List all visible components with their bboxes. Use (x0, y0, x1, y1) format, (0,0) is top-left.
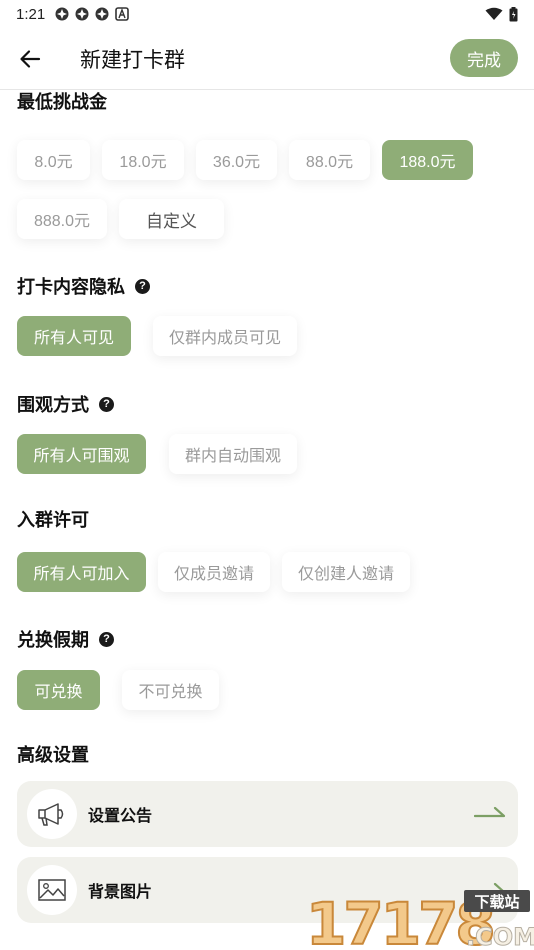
min-challenge-title: 最低挑战金 (17, 92, 107, 112)
app-bar: 新建打卡群 完成 (0, 28, 534, 90)
privacy-chip-members-only[interactable]: 仅群内成员可见 (153, 316, 297, 356)
image-icon (38, 879, 66, 901)
section-title-holiday: 兑换假期 ? (17, 626, 114, 652)
notification-icons (55, 7, 130, 21)
join-chip-everyone[interactable]: 所有人可加入 (17, 552, 146, 592)
site-watermark-logo: 17178 下载站 .COM (305, 889, 534, 950)
spectate-title: 围观方式 (17, 395, 89, 415)
amount-chip-8[interactable]: 8.0元 (17, 140, 90, 180)
megaphone-icon (38, 803, 64, 826)
arrow-right-icon (474, 806, 506, 818)
section-title-join: 入群许可 (17, 506, 89, 532)
section-title-privacy: 打卡内容隐私 ? (17, 273, 150, 299)
back-button[interactable] (0, 28, 60, 90)
join-title: 入群许可 (17, 510, 89, 530)
amount-chip-88[interactable]: 88.0元 (289, 140, 370, 180)
status-time: 1:21 (16, 5, 46, 23)
help-icon[interactable]: ? (135, 278, 150, 294)
holiday-chip-not-exchangeable[interactable]: 不可兑换 (122, 670, 219, 710)
page-title: 新建打卡群 (80, 48, 185, 72)
section-title-min-challenge: 最低挑战金 (17, 90, 107, 114)
privacy-title: 打卡内容隐私 (17, 277, 125, 297)
spectate-chip-auto[interactable]: 群内自动围观 (169, 434, 297, 474)
settings-content[interactable]: 最低挑战金 8.0元 18.0元 36.0元 88.0元 188.0元 888.… (0, 90, 534, 950)
amount-chip-18[interactable]: 18.0元 (102, 140, 184, 180)
section-title-spectate: 围观方式 ? (17, 391, 114, 417)
app-notification-icon (75, 7, 89, 21)
background-icon-wrap (27, 865, 77, 915)
help-icon[interactable]: ? (99, 631, 114, 647)
spectate-chip-everyone[interactable]: 所有人可围观 (17, 434, 146, 474)
amount-chip-188-selected[interactable]: 188.0元 (382, 140, 473, 180)
status-bar: 1:21 (0, 0, 534, 28)
privacy-chip-everyone[interactable]: 所有人可见 (17, 316, 131, 356)
battery-icon (509, 6, 518, 21)
done-button[interactable]: 完成 (450, 39, 518, 77)
join-chip-member-invite[interactable]: 仅成员邀请 (158, 552, 270, 592)
watermark-tag: 下载站 (474, 893, 519, 911)
wifi-icon (485, 7, 503, 20)
custom-amount-chip[interactable]: 自定义 (119, 199, 224, 239)
holiday-title: 兑换假期 (17, 630, 89, 650)
announcement-label: 设置公告 (88, 808, 153, 825)
app-notification-icon (55, 7, 69, 21)
announcement-row[interactable]: 设置公告 (17, 781, 518, 847)
holiday-chip-exchangeable[interactable]: 可兑换 (17, 670, 100, 710)
watermark-suffix: .COM (466, 923, 534, 950)
announcement-icon-wrap (27, 789, 77, 839)
section-title-advanced: 高级设置 (17, 741, 89, 767)
help-icon[interactable]: ? (99, 396, 114, 412)
advanced-title: 高级设置 (17, 745, 89, 765)
background-label: 背景图片 (88, 884, 153, 901)
amount-chip-36[interactable]: 36.0元 (196, 140, 277, 180)
text-a-icon (115, 7, 130, 21)
system-icons (485, 6, 518, 22)
join-chip-creator-invite[interactable]: 仅创建人邀请 (282, 552, 410, 592)
amount-chip-888[interactable]: 888.0元 (17, 199, 107, 239)
arrow-left-icon (20, 49, 41, 68)
app-notification-icon (95, 7, 109, 21)
